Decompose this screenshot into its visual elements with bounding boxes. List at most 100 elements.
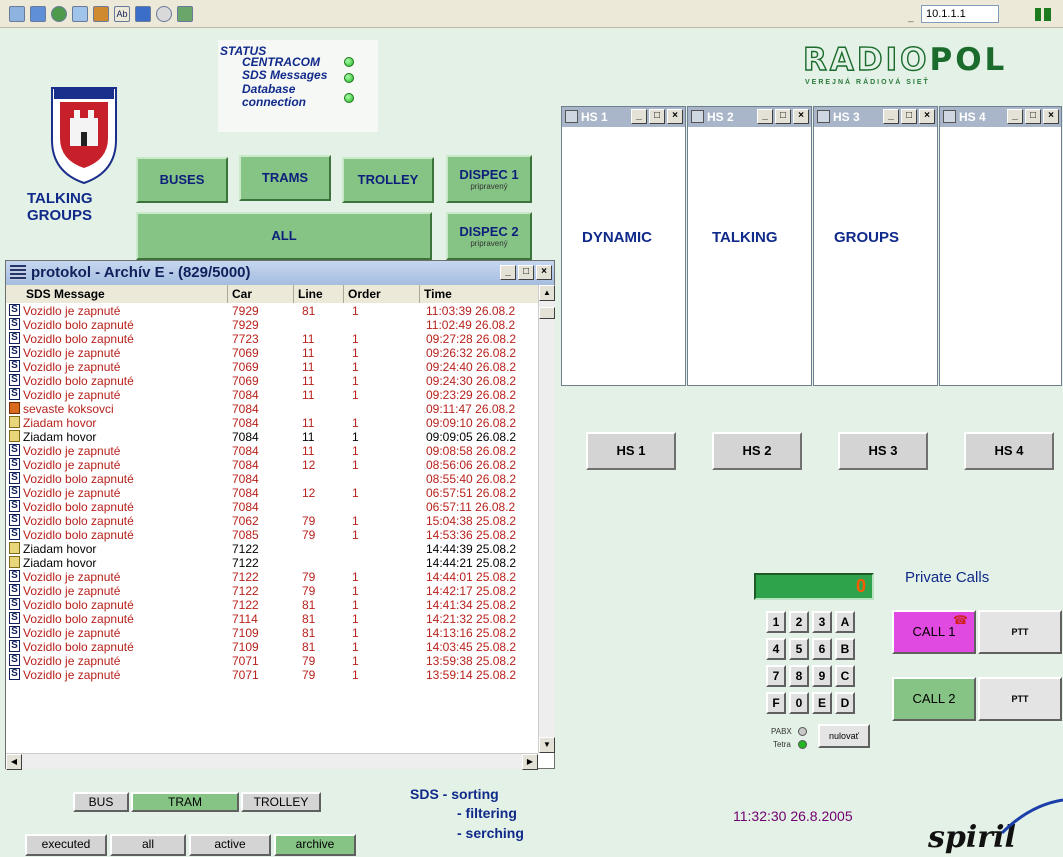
- table-row[interactable]: S Vozidlo je zapnuté 7084 12 1 08:56:06 26.08…: [6, 458, 538, 472]
- table-row[interactable]: Ziadam hovor 7122 14:44:39 25.08.2: [6, 542, 538, 556]
- hs3-window[interactable]: HS 3 _ □ × GROUPS: [813, 106, 938, 386]
- vertical-scrollbar[interactable]: ▲ ▼: [538, 285, 555, 753]
- key-8[interactable]: 8: [789, 665, 809, 687]
- table-row[interactable]: S Vozidlo je zapnuté 7071 79 1 13:59:38 25.08…: [6, 654, 538, 668]
- active-button[interactable]: active: [189, 834, 271, 856]
- filter-trolley-button[interactable]: TROLLEY: [241, 792, 321, 812]
- key-6[interactable]: 6: [812, 638, 832, 660]
- hs1-window[interactable]: HS 1 _ □ × DYNAMIC: [561, 106, 686, 386]
- table-row[interactable]: S Vozidlo je zapnuté 7084 11 1 09:08:58 26.08…: [6, 444, 538, 458]
- minimize-button[interactable]: _: [757, 109, 773, 124]
- network-icon[interactable]: [9, 6, 25, 22]
- archive-button[interactable]: archive: [274, 834, 356, 856]
- key-5[interactable]: 5: [789, 638, 809, 660]
- minimize-button[interactable]: _: [883, 109, 899, 124]
- reset-button[interactable]: nulovať: [818, 724, 870, 748]
- maximize-button[interactable]: □: [518, 265, 534, 280]
- hs4-window[interactable]: HS 4 _ □ ×: [939, 106, 1062, 386]
- table-row[interactable]: S Vozidlo bolo zapnuté 7084 08:55:40 26.08.…: [6, 472, 538, 486]
- horizontal-scrollbar[interactable]: ◀ ▶: [6, 753, 538, 770]
- col-line[interactable]: Line: [294, 285, 344, 303]
- window-icon[interactable]: [30, 6, 46, 22]
- table-row[interactable]: S Vozidlo bolo zapnuté 7929 11:02:49 26.08.…: [6, 318, 538, 332]
- hs4-button[interactable]: HS 4: [964, 432, 1054, 470]
- table-row[interactable]: Ziadam hovor 7122 14:44:21 25.08.2: [6, 556, 538, 570]
- table-row[interactable]: S Vozidlo bolo zapnuté 7723 11 1 09:27:28 26.…: [6, 332, 538, 346]
- minimize-button[interactable]: _: [500, 265, 516, 280]
- table-row[interactable]: Ziadam hovor 7084 11 1 09:09:10 26.08.2: [6, 416, 538, 430]
- table-row[interactable]: S Vozidlo bolo zapnuté 7085 79 1 14:53:36 25.…: [6, 528, 538, 542]
- pause-icon[interactable]: [1035, 8, 1051, 21]
- scroll-right-button[interactable]: ▶: [522, 754, 538, 770]
- key-4[interactable]: 4: [766, 638, 786, 660]
- table-row[interactable]: S Vozidlo bolo zapnuté 7122 81 1 14:41:34 25.…: [6, 598, 538, 612]
- table-row[interactable]: S Vozidlo je zapnuté 7071 79 1 13:59:14 25.08…: [6, 668, 538, 682]
- settings-icon[interactable]: [156, 6, 172, 22]
- filter-bus-button[interactable]: BUS: [73, 792, 129, 812]
- hs1-button[interactable]: HS 1: [586, 432, 676, 470]
- key-c[interactable]: C: [835, 665, 855, 687]
- key-0[interactable]: 0: [789, 692, 809, 714]
- refresh-icon[interactable]: [72, 6, 88, 22]
- key-f[interactable]: F: [766, 692, 786, 714]
- key-9[interactable]: 9: [812, 665, 832, 687]
- ptt2-button[interactable]: PTT: [978, 677, 1062, 721]
- hs2-window[interactable]: HS 2 _ □ × TALKING: [687, 106, 812, 386]
- ptt1-button[interactable]: PTT: [978, 610, 1062, 654]
- table-row[interactable]: S Vozidlo je zapnuté 7122 79 1 14:42:17 25.08…: [6, 584, 538, 598]
- table-row[interactable]: sevaste koksovci 7084 09:11:47 26.08.2: [6, 402, 538, 416]
- key-7[interactable]: 7: [766, 665, 786, 687]
- scroll-up-button[interactable]: ▲: [539, 285, 555, 301]
- scroll-left-button[interactable]: ◀: [6, 754, 22, 770]
- table-row[interactable]: S Vozidlo je zapnuté 7122 79 1 14:44:01 25.08…: [6, 570, 538, 584]
- buses-button[interactable]: BUSES: [136, 157, 228, 203]
- minimize-button[interactable]: _: [1007, 109, 1023, 124]
- maximize-button[interactable]: □: [901, 109, 917, 124]
- key-b[interactable]: B: [835, 638, 855, 660]
- globe-icon[interactable]: [51, 6, 67, 22]
- text-icon[interactable]: Ab: [114, 6, 130, 22]
- table-row[interactable]: S Vozidlo bolo zapnuté 7062 79 1 15:04:38 25.…: [6, 514, 538, 528]
- table-row[interactable]: S Vozidlo bolo zapnuté 7084 06:57:11 26.08.…: [6, 500, 538, 514]
- dispec2-button[interactable]: DISPEC 2 pripravený: [446, 212, 532, 260]
- broadcast-icon[interactable]: [177, 6, 193, 22]
- close-button[interactable]: ×: [793, 109, 809, 124]
- info-icon[interactable]: [135, 6, 151, 22]
- col-sds-message[interactable]: SDS Message: [6, 285, 228, 303]
- chart-icon[interactable]: [93, 6, 109, 22]
- key-d[interactable]: D: [835, 692, 855, 714]
- col-car[interactable]: Car: [228, 285, 294, 303]
- all-button[interactable]: ALL: [136, 212, 432, 260]
- key-3[interactable]: 3: [812, 611, 832, 633]
- key-a[interactable]: A: [835, 611, 855, 633]
- table-row[interactable]: S Vozidlo je zapnuté 7084 11 1 09:23:29 26.08…: [6, 388, 538, 402]
- hs3-button[interactable]: HS 3: [838, 432, 928, 470]
- maximize-button[interactable]: □: [1025, 109, 1041, 124]
- all-filter-button[interactable]: all: [110, 834, 186, 856]
- close-button[interactable]: ×: [919, 109, 935, 124]
- call2-button[interactable]: CALL 2: [892, 677, 976, 721]
- trams-button[interactable]: TRAMS: [239, 155, 331, 201]
- key-1[interactable]: 1: [766, 611, 786, 633]
- key-2[interactable]: 2: [789, 611, 809, 633]
- close-button[interactable]: ×: [536, 265, 552, 280]
- table-row[interactable]: S Vozidlo bolo zapnuté 7109 81 1 14:03:45 25.…: [6, 640, 538, 654]
- scroll-down-button[interactable]: ▼: [539, 737, 555, 753]
- table-row[interactable]: Ziadam hovor 7084 11 1 09:09:05 26.08.2: [6, 430, 538, 444]
- close-button[interactable]: ×: [667, 109, 683, 124]
- col-time[interactable]: Time: [420, 285, 538, 303]
- table-row[interactable]: S Vozidlo je zapnuté 7109 81 1 14:13:16 25.08…: [6, 626, 538, 640]
- filter-tram-button[interactable]: TRAM: [131, 792, 239, 812]
- hs2-button[interactable]: HS 2: [712, 432, 802, 470]
- maximize-button[interactable]: □: [775, 109, 791, 124]
- close-button[interactable]: ×: [1043, 109, 1059, 124]
- trolley-button[interactable]: TROLLEY: [342, 157, 434, 203]
- minimize-button[interactable]: _: [631, 109, 647, 124]
- maximize-button[interactable]: □: [649, 109, 665, 124]
- ip-address-field[interactable]: 10.1.1.1: [921, 5, 999, 23]
- table-row[interactable]: S Vozidlo bolo zapnuté 7114 81 1 14:21:32 25.…: [6, 612, 538, 626]
- scroll-thumb[interactable]: [539, 307, 555, 319]
- col-order[interactable]: Order: [344, 285, 420, 303]
- dispec1-button[interactable]: DISPEC 1 pripravený: [446, 155, 532, 203]
- table-row[interactable]: S Vozidlo je zapnuté 7069 11 1 09:26:32 26.08…: [6, 346, 538, 360]
